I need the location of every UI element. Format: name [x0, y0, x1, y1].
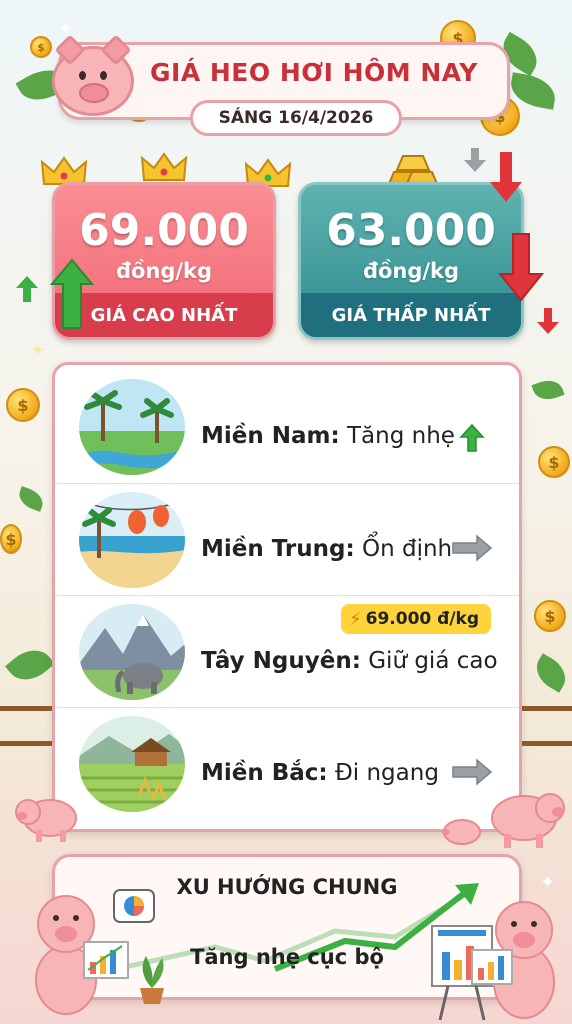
coin-icon: $	[30, 36, 52, 58]
lowest-price-value: 63.000	[326, 205, 496, 256]
lowest-price-label: GIÁ THẤP NHẤT	[301, 293, 521, 337]
lowest-price-unit: đồng/kg	[362, 259, 460, 283]
region-name: Tây Nguyên:	[201, 648, 361, 674]
region-name: Miền Trung:	[201, 536, 355, 562]
coin-icon: $	[538, 446, 570, 478]
region-row-tay-nguyen: ⚡ 69.000 đ/kg Tây Nguyên: Giữ giá cao	[55, 595, 519, 705]
region-row-mien-trung: Miền Trung: Ổn định	[55, 483, 519, 593]
pig-presenter-icon	[431, 901, 555, 1021]
crown-icon	[140, 152, 188, 181]
up-arrow-icon	[459, 423, 485, 452]
badge-value: 69.000 đ/kg	[365, 609, 480, 629]
highest-price-value: 69.000	[79, 205, 249, 256]
down-arrow-icon	[464, 148, 486, 172]
leaf-decoration	[529, 653, 572, 693]
up-arrow-icon	[16, 276, 38, 302]
date-label: SÁNG 16/4/2026	[190, 100, 402, 136]
down-arrow-icon	[490, 152, 522, 202]
page-title: GIÁ HEO HƠI HÔM NAY	[150, 58, 478, 87]
plant-icon	[140, 956, 164, 1004]
region-status: Tăng nhẹ	[347, 423, 455, 449]
fence-decoration	[0, 706, 52, 746]
mien-nam-image	[79, 379, 185, 475]
down-arrow-icon	[498, 233, 544, 302]
lowest-price-card: 63.000 đồng/kg GIÁ THẤP NHẤT	[298, 182, 524, 340]
pig-icon	[15, 799, 77, 842]
mien-bac-image	[79, 716, 185, 812]
price-badge: ⚡ 69.000 đ/kg	[341, 604, 492, 634]
leaf-decoration	[15, 486, 47, 512]
pie-chart-bubble-icon	[113, 889, 155, 923]
down-arrow-icon	[537, 308, 559, 334]
leaf-decoration	[5, 640, 55, 690]
region-name: Miền Bắc:	[201, 760, 328, 786]
region-status: Ổn định	[361, 536, 453, 562]
coin-icon: $	[6, 388, 40, 422]
coin-icon: $	[0, 524, 22, 554]
region-status: Giữ giá cao	[368, 648, 498, 674]
pig-icon	[491, 793, 565, 848]
right-arrow-icon	[452, 534, 493, 562]
mien-trung-image	[79, 492, 185, 588]
region-text: Miền Trung: Ổn định	[201, 536, 452, 562]
region-text: Miền Nam: Tăng nhẹ	[201, 423, 455, 449]
leaf-decoration	[531, 375, 565, 405]
region-name: Miền Nam:	[201, 423, 340, 449]
pig-logo-icon	[52, 34, 134, 116]
tay-nguyen-image	[79, 604, 185, 700]
regions-panel: Miền Nam: Tăng nhẹ Miền Trung: Ổn định ⚡…	[52, 362, 522, 832]
region-row-mien-bac: Miền Bắc: Đi ngang	[55, 707, 519, 817]
sparkle-icon: ✦	[30, 340, 46, 361]
up-arrow-icon	[50, 258, 94, 329]
fence-decoration	[522, 706, 572, 746]
region-status: Đi ngang	[334, 760, 439, 786]
region-text: Miền Bắc: Đi ngang	[201, 760, 439, 786]
pig-icon	[442, 819, 481, 845]
lightning-icon: ⚡	[349, 608, 362, 630]
region-text: Tây Nguyên: Giữ giá cao	[201, 648, 498, 674]
coin-icon: $	[534, 600, 566, 632]
region-row-mien-nam: Miền Nam: Tăng nhẹ	[55, 371, 519, 481]
